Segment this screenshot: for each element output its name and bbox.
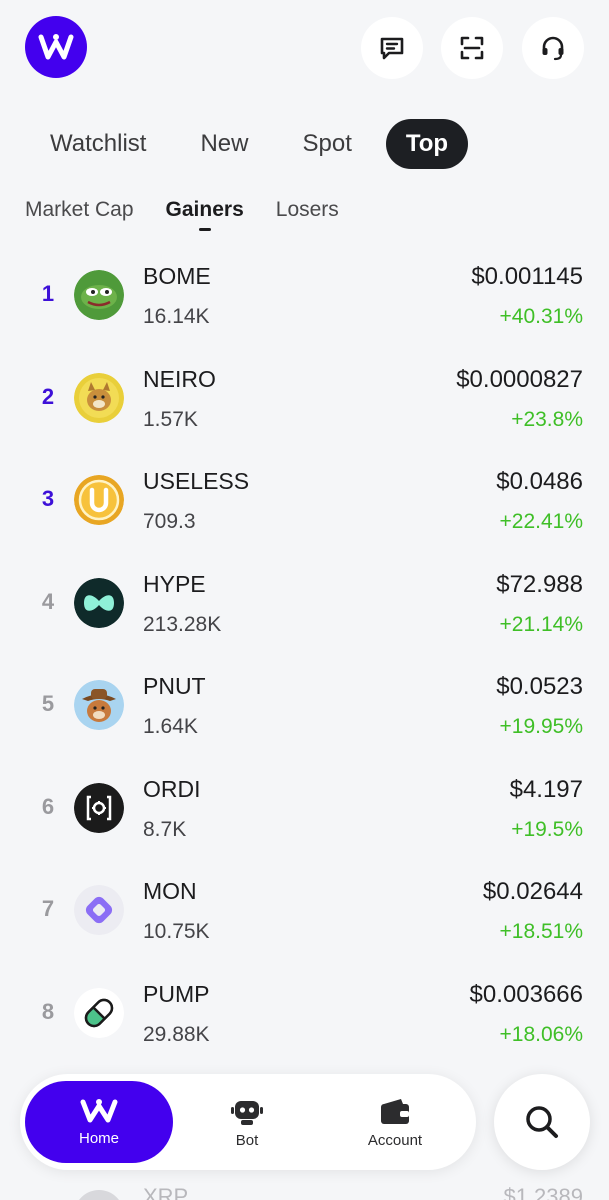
token-change: +18.06%	[499, 1022, 584, 1046]
market-tabs: Watchlist New Spot Top	[30, 119, 482, 169]
token-row[interactable]: 4 HYPE 213.28K $72.988 +21.14%	[0, 553, 609, 656]
scan-icon	[460, 36, 484, 60]
token-row[interactable]: 3 USELESS 709.3 $0.0486 +22.41%	[0, 450, 609, 553]
bottom-nav: Home Bot Account	[20, 1074, 476, 1170]
token-change: +40.31%	[499, 305, 584, 328]
rank-number: 1	[41, 281, 55, 306]
hype-icon	[74, 577, 124, 628]
token-row[interactable]: 5 PNUT 1.64K $0.0523 +19.95%	[0, 655, 609, 758]
token-volume: 10.75K	[143, 920, 210, 943]
token-change: +23.8%	[511, 407, 583, 431]
token-price: $72.988	[496, 570, 583, 598]
headset-icon	[542, 36, 564, 61]
token-symbol: PNUT	[143, 673, 206, 699]
tab-new[interactable]: New	[180, 119, 268, 169]
token-price: $0.02644	[482, 878, 583, 905]
token-change: +19.5%	[511, 817, 583, 841]
nav-account-label: Account	[367, 1131, 423, 1149]
token-change: +19.95%	[499, 715, 584, 738]
token-volume: 1.57K	[143, 407, 198, 431]
token-price: $0.0486	[496, 468, 583, 495]
token-symbol: USELESS	[143, 468, 250, 494]
rank-number: 8	[41, 998, 55, 1024]
token-row-partial[interactable]: XRP $1.2389	[0, 1182, 609, 1200]
home-logo-icon	[80, 1098, 118, 1122]
token-price: $0.003666	[469, 980, 583, 1008]
mon-icon	[74, 885, 124, 935]
token-volume: 213.28K	[143, 612, 222, 636]
nav-home-label: Home	[78, 1129, 119, 1147]
token-price: $0.0523	[496, 673, 583, 700]
token-volume: 709.3	[143, 510, 196, 533]
robot-icon	[231, 1100, 263, 1125]
token-change: +18.51%	[499, 920, 584, 943]
scan-button[interactable]	[441, 17, 503, 79]
pnut-icon	[74, 680, 124, 730]
app-logo-icon[interactable]	[25, 16, 87, 78]
ranking-subtabs: Market Cap Gainers Losers	[25, 195, 371, 235]
rank-number: 2	[41, 383, 55, 409]
token-symbol: XRP	[143, 1184, 189, 1200]
token-row[interactable]: 1 BOME 16.14K $0.001145 +40.31%	[0, 245, 609, 348]
neiro-icon	[74, 372, 124, 423]
token-volume: 29.88K	[143, 1022, 210, 1046]
token-row[interactable]: 6 ORDI 8.7K $4.197 +19.5%	[0, 758, 609, 861]
token-symbol: PUMP	[143, 980, 210, 1007]
xrp-icon	[74, 1190, 124, 1200]
rank-number: 3	[41, 486, 55, 511]
token-row[interactable]: 8 PUMP 29.88K $0.003666 +18.06%	[0, 963, 609, 1066]
rank-number: 4	[41, 588, 55, 614]
token-price: $1.2389	[503, 1184, 583, 1200]
support-button[interactable]	[522, 17, 584, 79]
token-row[interactable]: 7 MON 10.75K $0.02644 +18.51%	[0, 860, 609, 963]
token-change: +22.41%	[499, 510, 584, 533]
nav-bot-button[interactable]: Bot	[173, 1081, 321, 1163]
message-icon	[380, 37, 404, 60]
wallet-icon	[381, 1098, 409, 1124]
token-price: $4.197	[509, 775, 583, 803]
token-symbol: MON	[143, 878, 197, 904]
subtab-gainers[interactable]: Gainers	[166, 195, 244, 235]
token-change: +21.14%	[499, 612, 584, 636]
token-price: $0.001145	[471, 263, 583, 290]
token-row[interactable]: 2 NEIRO 1.57K $0.0000827 +23.8%	[0, 348, 609, 451]
useless-icon	[74, 475, 124, 525]
nav-account-button[interactable]: Account	[321, 1081, 469, 1163]
token-volume: 8.7K	[143, 817, 187, 841]
token-volume: 16.14K	[143, 305, 210, 328]
token-list: 1 BOME 16.14K $0.001145 +40.31% 2 NEIRO …	[0, 245, 609, 1065]
tab-spot[interactable]: Spot	[282, 119, 371, 169]
rank-number: 7	[41, 896, 55, 921]
bome-icon	[74, 270, 124, 320]
subtab-losers[interactable]: Losers	[276, 195, 339, 235]
rank-number: 6	[41, 793, 55, 819]
search-button[interactable]	[494, 1074, 590, 1170]
nav-home-button[interactable]: Home	[25, 1081, 173, 1163]
pump-icon	[74, 987, 124, 1038]
tab-watchlist[interactable]: Watchlist	[30, 119, 166, 169]
token-price: $0.0000827	[456, 365, 583, 393]
subtab-market-cap[interactable]: Market Cap	[25, 195, 134, 235]
search-icon	[526, 1106, 558, 1138]
ordi-icon	[74, 782, 124, 833]
nav-bot-label: Bot	[235, 1131, 259, 1149]
message-button[interactable]	[361, 17, 423, 79]
token-symbol: HYPE	[143, 570, 206, 597]
token-volume: 1.64K	[143, 715, 198, 738]
token-symbol: ORDI	[143, 775, 201, 802]
rank-number: 5	[41, 691, 55, 716]
tab-top[interactable]: Top	[385, 119, 469, 169]
token-symbol: BOME	[143, 263, 211, 289]
token-symbol: NEIRO	[143, 365, 216, 392]
top-header	[0, 0, 609, 100]
